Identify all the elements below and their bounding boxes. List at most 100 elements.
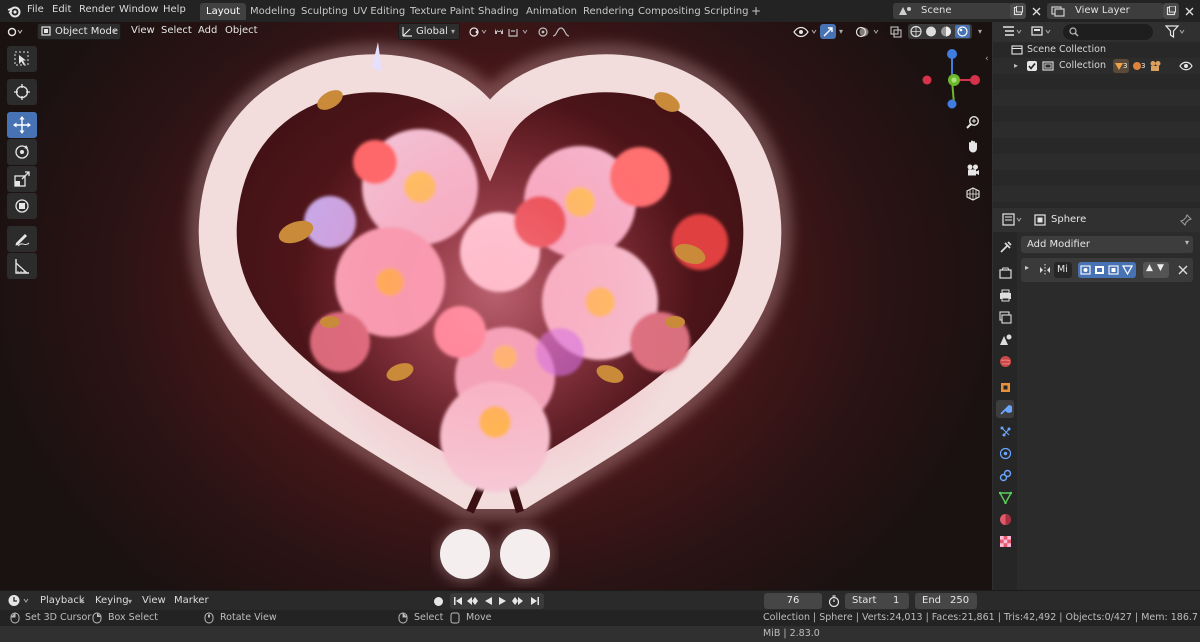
jump-to-end-icon[interactable]: [528, 594, 542, 608]
view-layer-selector[interactable]: View Layer: [1047, 3, 1164, 19]
outliner-search-input[interactable]: [1063, 24, 1153, 40]
camera-view-icon[interactable]: [962, 159, 984, 181]
tab-shading[interactable]: Shading: [472, 3, 525, 20]
jump-to-keyframe-back-icon[interactable]: [465, 594, 479, 608]
chevron-down-icon[interactable]: ▾: [974, 24, 986, 39]
tab-object[interactable]: [996, 378, 1014, 396]
menu-edit[interactable]: Edit: [52, 4, 71, 15]
tab-modifiers[interactable]: [996, 400, 1014, 418]
tab-uv-editing[interactable]: UV Editing: [347, 3, 411, 20]
tab-object-data[interactable]: [996, 488, 1014, 506]
scene-selector[interactable]: Scene: [893, 3, 1013, 19]
viewport-menu-object[interactable]: Object: [225, 25, 258, 36]
timeline-menu-playback[interactable]: Playback: [40, 595, 85, 606]
outliner-editor-type-icon[interactable]: [1002, 25, 1024, 41]
transform-orientation-dropdown[interactable]: Global ▾: [398, 23, 460, 40]
filter-funnel-icon[interactable]: [1164, 25, 1187, 41]
delete-scene-icon[interactable]: [1028, 3, 1044, 19]
viewport-menu-view[interactable]: View: [131, 25, 155, 36]
tab-rendering[interactable]: Rendering: [577, 3, 640, 20]
transform-tool[interactable]: [7, 193, 37, 219]
tab-sculpting[interactable]: Sculpting: [295, 3, 354, 20]
current-frame-field[interactable]: 76: [764, 593, 822, 609]
viewport-menu-add[interactable]: Add: [198, 25, 217, 36]
select-box-tool[interactable]: [7, 46, 37, 72]
3d-viewport[interactable]: Object Mode ▾ View Select Add Object Glo…: [0, 22, 992, 590]
display-mode-icon[interactable]: [1031, 25, 1053, 41]
timeline-menu-keying[interactable]: Keying: [95, 595, 129, 606]
scale-tool[interactable]: [7, 166, 37, 192]
collection-checkbox[interactable]: [1027, 61, 1037, 71]
gizmo-neg-z-axis[interactable]: [947, 99, 957, 109]
zoom-view-icon[interactable]: [962, 111, 984, 133]
timeline-menu-marker[interactable]: Marker: [174, 595, 209, 606]
show-in-render-icon[interactable]: [1108, 265, 1119, 275]
end-frame-field[interactable]: End 250: [915, 593, 977, 609]
remove-modifier-close-icon[interactable]: [1178, 265, 1188, 275]
expand-arrow-icon[interactable]: ▸: [1025, 263, 1029, 272]
tab-texture-paint[interactable]: Texture Paint: [404, 3, 481, 20]
menu-render[interactable]: Render: [79, 4, 115, 15]
new-scene-icon[interactable]: [1010, 3, 1026, 19]
rotate-tool[interactable]: [7, 139, 37, 165]
ortho-grid-icon[interactable]: [962, 183, 984, 205]
sidebar-toggle-chevron-icon[interactable]: ‹: [985, 54, 989, 64]
cursor-tool[interactable]: [7, 79, 37, 105]
visibility-eye-icon[interactable]: [1179, 61, 1193, 71]
play-reverse-icon[interactable]: [481, 594, 495, 608]
tab-modeling[interactable]: Modeling: [244, 3, 302, 20]
menu-file[interactable]: File: [27, 4, 44, 15]
object-mode-dropdown[interactable]: Object Mode ▾: [37, 23, 121, 40]
tab-particles[interactable]: [996, 422, 1014, 440]
stopwatch-icon[interactable]: [827, 594, 841, 608]
gizmo-neg-x-axis[interactable]: [922, 75, 932, 85]
tab-layout[interactable]: Layout: [200, 3, 246, 20]
jump-to-start-icon[interactable]: [451, 594, 465, 608]
chevron-down-icon[interactable]: ▾: [836, 24, 846, 39]
tab-compositing[interactable]: Compositing: [632, 3, 707, 20]
show-in-viewport-icon[interactable]: [1094, 265, 1105, 275]
gizmo-x-axis[interactable]: [970, 75, 980, 85]
outliner-row-scene-collection[interactable]: Scene Collection: [993, 42, 1200, 58]
expand-arrow-icon[interactable]: ▸: [1014, 58, 1018, 74]
tab-texture[interactable]: [996, 532, 1014, 550]
blender-logo-icon[interactable]: [7, 4, 21, 18]
measure-tool[interactable]: [7, 253, 37, 279]
tab-constraints[interactable]: [996, 466, 1014, 484]
editor-type-icon[interactable]: [7, 24, 23, 39]
annotate-tool[interactable]: [7, 226, 37, 252]
move-up-icon[interactable]: ▲: [1146, 263, 1153, 273]
add-modifier-dropdown[interactable]: Add Modifier ▾: [1021, 236, 1193, 253]
play-icon[interactable]: [496, 594, 510, 608]
on-cage-icon[interactable]: [1122, 265, 1133, 275]
xray-toggle-icon[interactable]: [888, 24, 904, 39]
menu-window[interactable]: Window: [119, 4, 158, 15]
menu-help[interactable]: Help: [163, 4, 186, 15]
tab-material[interactable]: [996, 510, 1014, 528]
gizmo-z-axis[interactable]: [947, 49, 957, 59]
outliner-row-collection[interactable]: ▸ Collection 3 3: [993, 58, 1200, 74]
pin-icon[interactable]: [1180, 214, 1192, 226]
tab-scene[interactable]: [996, 330, 1014, 348]
viewport-menu-select[interactable]: Select: [161, 25, 192, 36]
pan-hand-icon[interactable]: [962, 135, 984, 157]
navigation-gizmo[interactable]: [918, 46, 988, 116]
visibility-icon[interactable]: [792, 24, 820, 39]
timeline-menu-view[interactable]: View: [142, 595, 166, 606]
gizmo-toggle-icon[interactable]: [820, 24, 836, 39]
tab-tool[interactable]: [996, 238, 1014, 256]
overlays-icon[interactable]: [854, 24, 882, 39]
tab-output[interactable]: [996, 286, 1014, 304]
tab-world[interactable]: [996, 352, 1014, 370]
start-frame-field[interactable]: Start 1: [845, 593, 909, 609]
pivot-point-icon[interactable]: [466, 24, 490, 39]
tab-render[interactable]: [996, 264, 1014, 282]
move-tool[interactable]: [7, 112, 37, 138]
snap-icon[interactable]: [492, 24, 532, 39]
jump-to-keyframe-forward-icon[interactable]: [511, 594, 525, 608]
move-down-icon[interactable]: ▼: [1157, 263, 1164, 273]
timeline-editor-type-icon[interactable]: [8, 594, 32, 610]
new-view-layer-icon[interactable]: [1163, 3, 1179, 19]
add-workspace-button[interactable]: +: [745, 3, 767, 20]
modifier-name-field[interactable]: Mi: [1054, 262, 1072, 278]
